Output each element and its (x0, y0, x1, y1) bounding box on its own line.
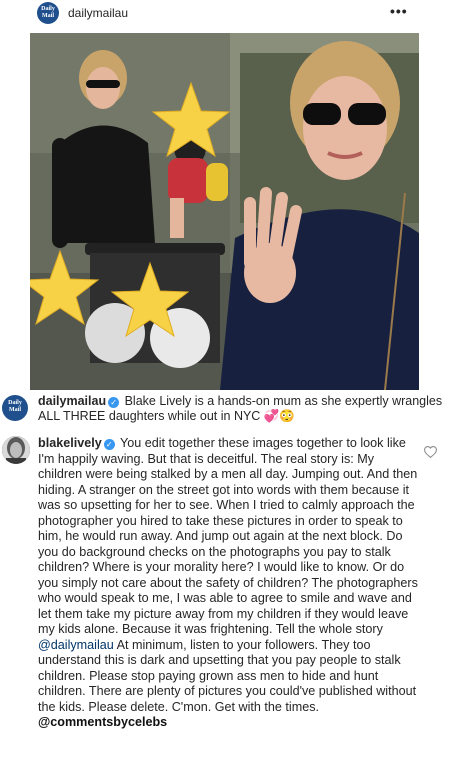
caption-emojis: 💞😳 (263, 409, 295, 423)
header-username[interactable]: dailymailau (68, 6, 128, 20)
post-photo-illustration (30, 33, 419, 390)
more-options-icon[interactable]: ••• (390, 3, 408, 19)
comment-item: blakelively ✓ You edit together these ima… (0, 428, 460, 780)
verified-badge-icon: ✓ (108, 397, 120, 408)
comment-mention-link[interactable]: @dailymailau (38, 638, 114, 652)
caption-dailymail-avatar[interactable]: Daily Mail (2, 395, 28, 421)
comment-text: blakelively ✓ You edit together these ima… (38, 436, 420, 731)
post-header: Daily Mail dailymailau ••• (0, 0, 460, 26)
blakelively-avatar-image (2, 436, 30, 464)
caption-username[interactable]: dailymailau (38, 394, 106, 408)
comment-username[interactable]: blakelively (38, 436, 102, 450)
post-caption: Daily Mail dailymailau ✓ Blake Lively is … (0, 389, 460, 427)
post-photo (30, 33, 419, 390)
caption-text: dailymailau ✓ Blake Lively is a hands-on … (38, 394, 450, 424)
dailymail-avatar[interactable]: Daily Mail (37, 2, 59, 24)
comment-verified-badge-icon: ✓ (103, 439, 115, 450)
blakelively-avatar[interactable] (2, 436, 30, 464)
heart-outline-icon[interactable] (424, 446, 437, 458)
watermark-text: @commentsbycelebs (38, 715, 168, 729)
comment-body-part1: You edit together these images together … (38, 436, 418, 636)
